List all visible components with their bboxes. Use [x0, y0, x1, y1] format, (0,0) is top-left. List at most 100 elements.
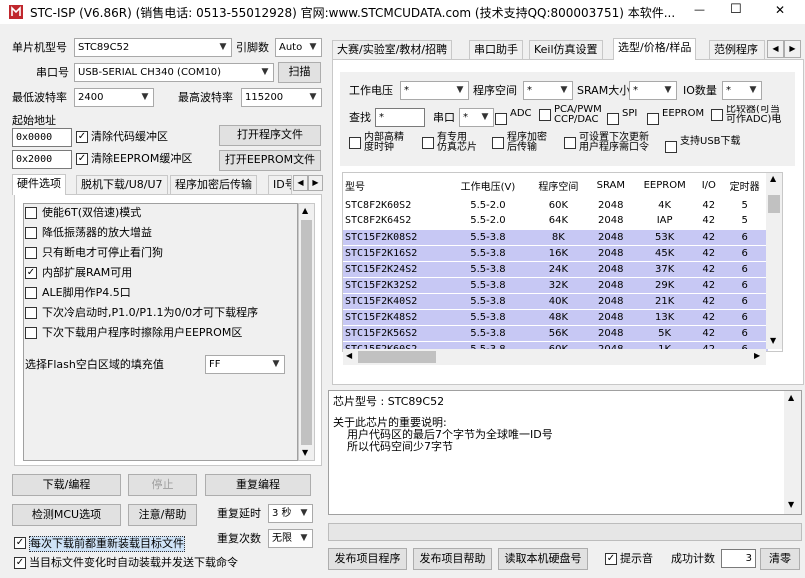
table-row[interactable]: STC8F2K64S2 5.5-2.0 64K 2048 IAP 42 5 — [343, 213, 768, 229]
tab-left-arrow-icon[interactable]: ◀ — [293, 175, 308, 191]
fill-select[interactable]: FF ▼ — [205, 355, 285, 374]
option-checkbox[interactable] — [25, 307, 37, 319]
read-serial-button[interactable]: 读取本机硬盘号 — [498, 548, 588, 570]
filter-checkbox[interactable] — [711, 109, 723, 121]
clear-code-checkbox[interactable]: ✓ — [76, 131, 88, 143]
clear-count-button[interactable]: 清零 — [760, 548, 800, 570]
option-checkbox[interactable]: ✓ — [25, 267, 37, 279]
tab-keil-settings[interactable]: Keil仿真设置 — [529, 40, 603, 60]
info-scrollbar[interactable]: ▲ ▼ — [784, 391, 801, 514]
option-checkbox[interactable] — [25, 327, 37, 339]
publish-program-button[interactable]: 发布项目程序 — [328, 548, 407, 570]
open-eeprom-button[interactable]: 打开EEPROM文件 — [219, 150, 321, 171]
pins-select[interactable]: Auto ▼ — [275, 38, 322, 57]
search-input[interactable]: * — [375, 108, 425, 127]
scroll-up-icon[interactable]: ▲ — [788, 393, 794, 402]
tab-examples[interactable]: 范例程序 — [709, 40, 765, 60]
table-row[interactable]: STC15F2K56S2 5.5-3.8 56K 2048 5K 42 6 — [343, 324, 768, 341]
minimize-button[interactable]: — — [694, 3, 705, 16]
voltage-select[interactable]: * ▼ — [400, 81, 469, 100]
tab-right-arrow-icon[interactable]: ▶ — [308, 175, 323, 191]
column-header[interactable]: 程序空间 — [528, 173, 588, 197]
delay-select[interactable]: 3 秒 ▼ — [268, 504, 313, 523]
count-select[interactable]: 无限 ▼ — [268, 529, 313, 548]
option-checkbox[interactable] — [25, 227, 37, 239]
sound-checkbox[interactable]: ✓ — [605, 553, 617, 565]
scroll-up-icon[interactable]: ▲ — [302, 206, 308, 215]
info-box[interactable]: 芯片型号 : STC89C52 关于此芯片的重要说明: 用户代码区的最后7个字节… — [328, 390, 802, 515]
scroll-thumb[interactable] — [358, 351, 436, 363]
table-vscroll[interactable]: ▲ ▼ — [766, 173, 782, 349]
repeat-program-button[interactable]: 重复编程 — [205, 474, 311, 496]
scroll-right-icon[interactable]: ▶ — [754, 351, 760, 360]
detect-mcu-button[interactable]: 检测MCU选项 — [12, 504, 121, 526]
close-button[interactable]: ✕ — [775, 3, 785, 17]
filter-checkbox[interactable] — [495, 113, 507, 125]
filter-checkbox[interactable] — [647, 113, 659, 125]
tab-left-arrow-icon[interactable]: ◀ — [767, 40, 784, 58]
table-row[interactable]: STC8F2K60S2 5.5-2.0 60K 2048 4K 42 5 — [343, 197, 768, 213]
max-baud-select[interactable]: 115200 ▼ — [241, 88, 322, 107]
open-program-button[interactable]: 打开程序文件 — [219, 125, 321, 146]
scroll-left-icon[interactable]: ◀ — [346, 351, 352, 360]
scroll-down-icon[interactable]: ▼ — [770, 336, 776, 345]
tab-hardware-options[interactable]: 硬件选项 — [12, 174, 66, 195]
filter-checkbox[interactable] — [492, 137, 504, 149]
reload-checkbox[interactable]: ✓ — [14, 537, 26, 549]
table-row[interactable]: STC15F2K24S2 5.5-3.8 24K 2048 37K 42 6 — [343, 260, 768, 277]
scan-button[interactable]: 扫描 — [278, 62, 321, 83]
option-checkbox[interactable] — [25, 207, 37, 219]
mcu-select[interactable]: STC89C52 ▼ — [74, 38, 232, 57]
filter-checkbox[interactable] — [607, 113, 619, 125]
io-select[interactable]: * ▼ — [722, 81, 762, 100]
options-scrollbar[interactable]: ▲ ▼ — [298, 203, 315, 461]
column-header[interactable]: SRAM — [589, 173, 633, 197]
clear-eeprom-checkbox[interactable]: ✓ — [76, 153, 88, 165]
tab-serial-assistant[interactable]: 串口助手 — [469, 40, 523, 60]
uart-select[interactable]: * ▼ — [459, 108, 494, 127]
tab-encrypted-transfer[interactable]: 程序加密后传输 — [170, 175, 257, 195]
column-header[interactable]: 定时器 — [721, 173, 768, 197]
column-header[interactable]: EEPROM — [633, 173, 696, 197]
maximize-button[interactable]: ☐ — [730, 2, 742, 17]
table-row[interactable]: STC15F2K16S2 5.5-3.8 16K 2048 45K 42 6 — [343, 244, 768, 261]
filter-checkbox[interactable] — [349, 137, 361, 149]
scroll-thumb[interactable] — [301, 220, 312, 445]
publish-help-button[interactable]: 发布项目帮助 — [413, 548, 492, 570]
min-baud-select[interactable]: 2400 ▼ — [74, 88, 154, 107]
tab-scroll-arrows[interactable]: ◀ ▶ — [293, 175, 323, 191]
addr1-input[interactable]: 0x0000 — [12, 128, 72, 147]
table-row[interactable]: STC15F2K48S2 5.5-3.8 48K 2048 13K 42 6 — [343, 308, 768, 325]
scroll-thumb[interactable] — [768, 195, 780, 213]
column-header[interactable]: 型号 — [343, 173, 448, 197]
table-row[interactable]: STC15F2K32S2 5.5-3.8 32K 2048 29K 42 6 — [343, 276, 768, 293]
table-row[interactable]: STC15F2K08S2 5.5-3.8 8K 2048 53K 42 6 — [343, 228, 768, 245]
table-row[interactable]: STC15F2K40S2 5.5-3.8 40K 2048 21K 42 6 — [343, 292, 768, 309]
tab-right-arrow-icon[interactable]: ▶ — [784, 40, 801, 58]
tab-offline-download[interactable]: 脱机下载/U8/U7 — [76, 175, 168, 195]
scroll-down-icon[interactable]: ▼ — [788, 500, 794, 509]
help-button[interactable]: 注意/帮助 — [128, 504, 197, 526]
option-checkbox[interactable] — [25, 247, 37, 259]
auto-checkbox[interactable]: ✓ — [14, 557, 26, 569]
filter-checkbox[interactable] — [564, 137, 576, 149]
table-hscroll[interactable]: ◀ ▶ — [343, 349, 766, 365]
right-tab-scroll-arrows[interactable]: ◀ ▶ — [767, 40, 801, 58]
sram-select[interactable]: * ▼ — [629, 81, 677, 100]
scroll-up-icon[interactable]: ▲ — [770, 174, 776, 183]
stop-button[interactable]: 停止 — [128, 474, 197, 496]
tab-id[interactable]: ID号 — [268, 175, 292, 195]
filter-checkbox[interactable] — [422, 137, 434, 149]
scroll-down-icon[interactable]: ▼ — [302, 448, 308, 457]
tab-contest[interactable]: 大赛/实验室/教材/招聘 — [332, 40, 453, 60]
port-select[interactable]: USB-SERIAL CH340 (COM10) ▼ — [74, 63, 274, 82]
filter-checkbox[interactable] — [539, 109, 551, 121]
tab-selection[interactable]: 选型/价格/样品 — [613, 38, 697, 60]
column-header[interactable]: 工作电压(V) — [448, 173, 529, 197]
addr2-input[interactable]: 0x2000 — [12, 150, 72, 169]
prog-space-select[interactable]: * ▼ — [523, 81, 573, 100]
option-checkbox[interactable] — [25, 287, 37, 299]
download-button[interactable]: 下载/编程 — [12, 474, 121, 496]
column-header[interactable]: I/O — [696, 173, 721, 197]
title-bar[interactable]: STC-ISP (V6.86R) (销售电话: 0513-55012928) 官… — [0, 0, 805, 24]
